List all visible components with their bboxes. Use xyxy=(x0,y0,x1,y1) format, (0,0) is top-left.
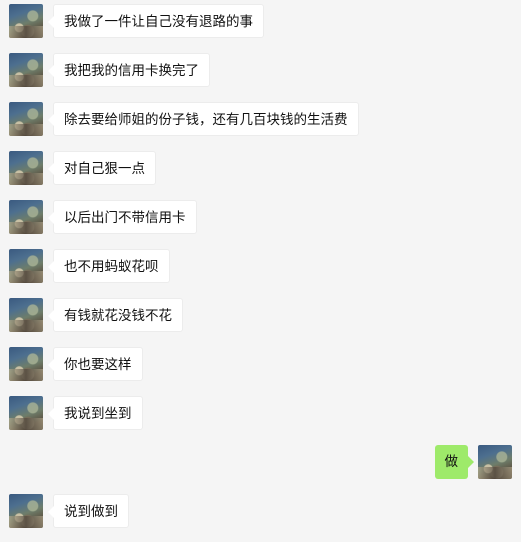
message-row: 我说到坐到 xyxy=(0,396,521,430)
my-avatar[interactable] xyxy=(478,445,512,479)
message-row: 有钱就花没钱不花 xyxy=(0,298,521,332)
message-row: 我把我的信用卡换完了 xyxy=(0,53,521,87)
contact-avatar[interactable] xyxy=(9,249,43,283)
contact-avatar[interactable] xyxy=(9,151,43,185)
message-bubble[interactable]: 说到做到 xyxy=(48,494,129,528)
contact-avatar[interactable] xyxy=(9,396,43,430)
message-row: 对自己狠一点 xyxy=(0,151,521,185)
message-bubble[interactable]: 也不用蚂蚁花呗 xyxy=(48,249,170,283)
message-bubble[interactable]: 我把我的信用卡换完了 xyxy=(48,53,210,87)
message-bubble[interactable]: 除去要给师姐的份子钱，还有几百块钱的生活费 xyxy=(48,102,359,136)
contact-avatar[interactable] xyxy=(9,200,43,234)
contact-avatar[interactable] xyxy=(9,298,43,332)
message-row: 除去要给师姐的份子钱，还有几百块钱的生活费 xyxy=(0,102,521,136)
contact-avatar[interactable] xyxy=(9,4,43,38)
message-bubble[interactable]: 以后出门不带信用卡 xyxy=(48,200,197,234)
message-row-outgoing: 做 xyxy=(0,445,521,479)
message-bubble[interactable]: 对自己狠一点 xyxy=(48,151,156,185)
message-bubble[interactable]: 有钱就花没钱不花 xyxy=(48,298,183,332)
message-row: 你也要这样 xyxy=(0,347,521,381)
message-row: 也不用蚂蚁花呗 xyxy=(0,249,521,283)
contact-avatar[interactable] xyxy=(9,494,43,528)
chat-message-list: 我做了一件让自己没有退路的事 我把我的信用卡换完了 除去要给师姐的份子钱，还有几… xyxy=(0,0,521,542)
contact-avatar[interactable] xyxy=(9,347,43,381)
message-row: 我做了一件让自己没有退路的事 xyxy=(0,4,521,38)
message-bubble[interactable]: 你也要这样 xyxy=(48,347,143,381)
message-row: 以后出门不带信用卡 xyxy=(0,200,521,234)
contact-avatar[interactable] xyxy=(9,102,43,136)
message-bubble[interactable]: 我做了一件让自己没有退路的事 xyxy=(48,4,264,38)
message-bubble[interactable]: 我说到坐到 xyxy=(48,396,143,430)
message-row: 说到做到 xyxy=(0,494,521,528)
contact-avatar[interactable] xyxy=(9,53,43,87)
message-bubble-outgoing[interactable]: 做 xyxy=(434,445,474,479)
